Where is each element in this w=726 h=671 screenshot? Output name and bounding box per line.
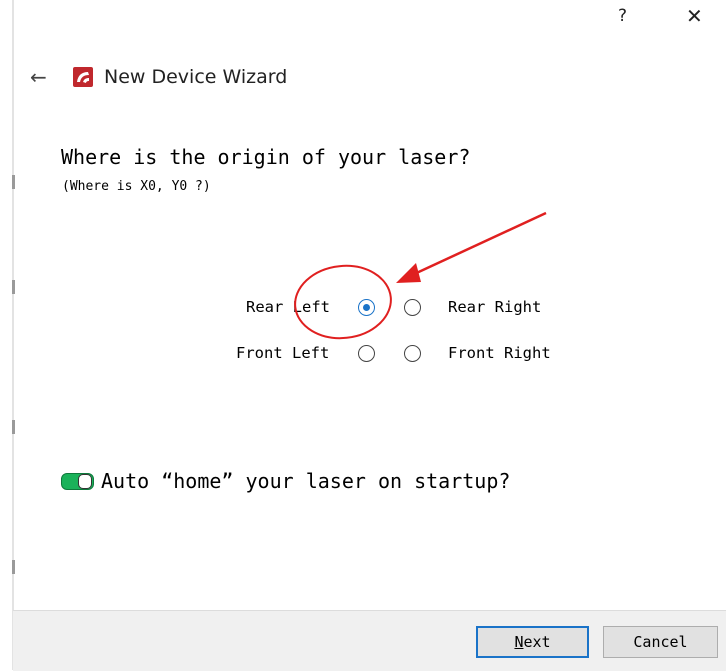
app-logo-icon [73,67,93,87]
next-label: ext [523,633,551,651]
label-front-left: Front Left [236,344,330,362]
left-window-edge [0,0,15,670]
radio-rear-left[interactable] [358,299,375,316]
origin-subquestion: (Where is X0, Y0 ?) [62,179,211,194]
wizard-title: New Device Wizard [104,66,288,88]
cancel-button[interactable]: Cancel [603,626,718,658]
close-button[interactable]: ✕ [686,4,703,28]
toggle-knob [78,474,92,489]
help-button[interactable]: ? [618,6,627,26]
back-arrow-icon[interactable]: ← [30,65,54,89]
radio-rear-right[interactable] [404,299,421,316]
annotation-arrow-head [396,263,421,283]
autohome-label: Auto “home” your laser on startup? [101,469,511,493]
autohome-toggle[interactable] [61,473,94,490]
edge-mark [12,420,15,434]
annotation-overlay [294,211,547,340]
label-rear-right: Rear Right [448,298,542,316]
edge-mark [12,280,15,294]
next-mnemonic: N [514,633,524,651]
edge-mark [12,560,15,574]
radio-front-left[interactable] [358,345,375,362]
origin-question: Where is the origin of your laser? [61,145,471,169]
label-rear-left: Rear Left [246,298,330,316]
edge-mark [12,175,15,189]
next-button[interactable]: Next [476,626,589,658]
wizard-header: ← New Device Wizard [30,62,287,92]
label-front-right: Front Right [448,344,551,362]
radio-front-right[interactable] [404,345,421,362]
annotation-arrow-line [409,211,547,278]
